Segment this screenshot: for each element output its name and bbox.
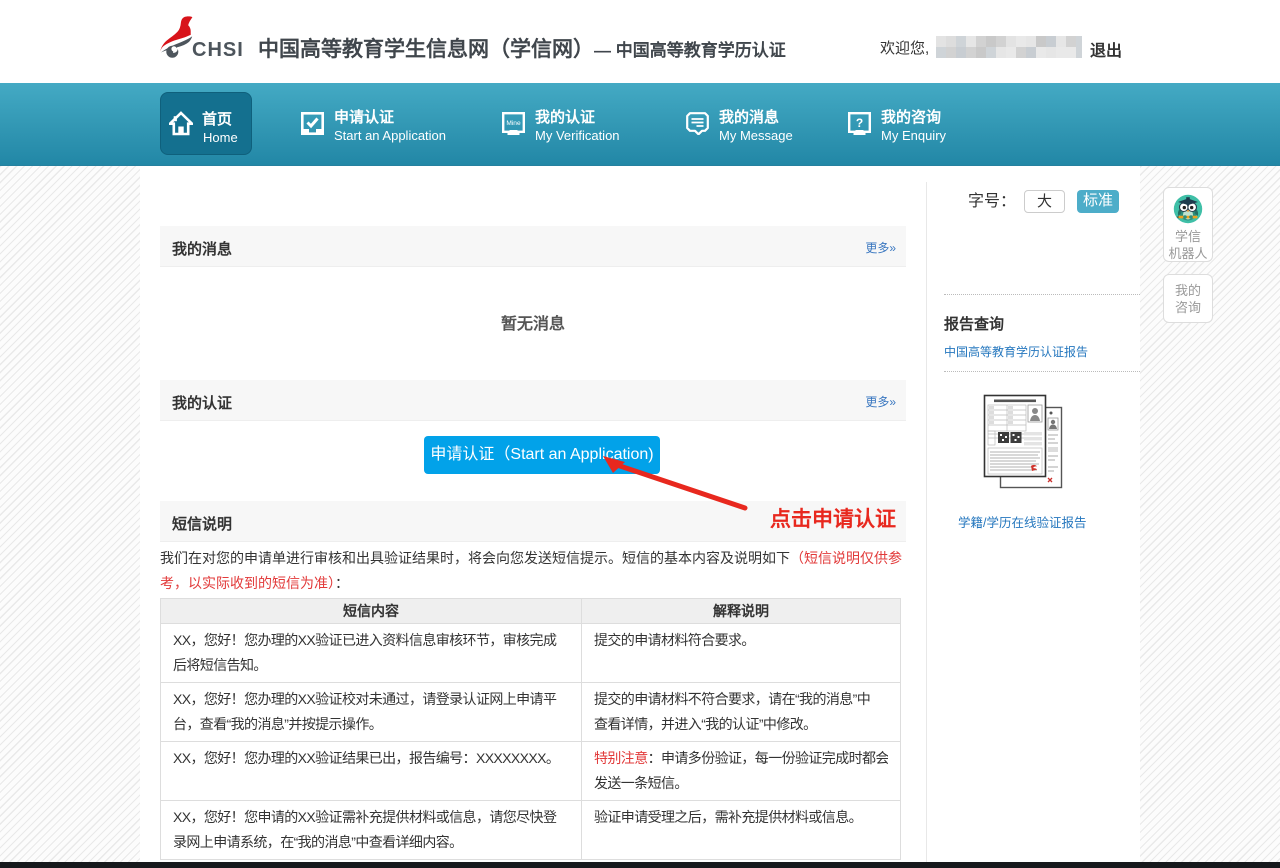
svg-text:?: ? [856, 116, 863, 130]
svg-text:Mine: Mine [506, 120, 521, 127]
